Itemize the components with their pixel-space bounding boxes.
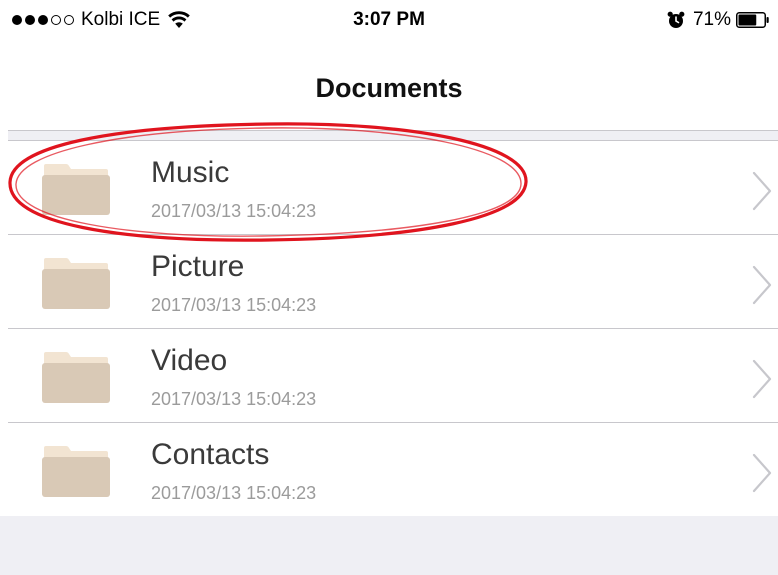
- folder-name: Music: [151, 156, 230, 189]
- chevron-right-icon: [752, 265, 772, 305]
- battery-icon: [736, 12, 769, 28]
- list-header-spacer: [8, 130, 778, 141]
- folder-name: Video: [151, 344, 228, 377]
- folder-modified-date: 2017/03/13 15:04:23: [151, 201, 317, 221]
- folder-icon: [42, 258, 110, 309]
- folder-modified-date: 2017/03/13 15:04:23: [151, 295, 317, 315]
- folder-icon: [42, 352, 110, 403]
- folder-list: Music 2017/03/13 15:04:23 Picture 2017/0…: [8, 141, 778, 517]
- chevron-right-icon: [752, 453, 772, 493]
- folder-icon: [42, 446, 110, 497]
- folder-icon: [42, 164, 110, 215]
- empty-list-area: [0, 516, 778, 575]
- page-title: Documents: [315, 73, 463, 103]
- battery-percentage: 71%: [692, 9, 731, 30]
- folder-row-picture[interactable]: Picture 2017/03/13 15:04:23: [8, 235, 778, 329]
- folder-row-video[interactable]: Video 2017/03/13 15:04:23: [8, 329, 778, 423]
- navigation-bar: Documents: [0, 40, 778, 130]
- chevron-right-icon: [752, 359, 772, 399]
- folder-modified-date: 2017/03/13 15:04:23: [151, 483, 317, 503]
- status-right: 71%: [667, 8, 770, 32]
- folder-name: Contacts: [151, 438, 270, 471]
- folder-name: Picture: [151, 250, 245, 283]
- folder-row-contacts[interactable]: Contacts 2017/03/13 15:04:23: [8, 423, 778, 517]
- folder-modified-date: 2017/03/13 15:04:23: [151, 389, 317, 409]
- chevron-right-icon: [752, 171, 772, 211]
- status-bar: Kolbi ICE 3:07 PM 71%: [0, 0, 778, 40]
- status-time: 3:07 PM: [353, 9, 425, 30]
- alarm-icon: [667, 11, 685, 28]
- folder-row-music[interactable]: Music 2017/03/13 15:04:23: [8, 141, 778, 235]
